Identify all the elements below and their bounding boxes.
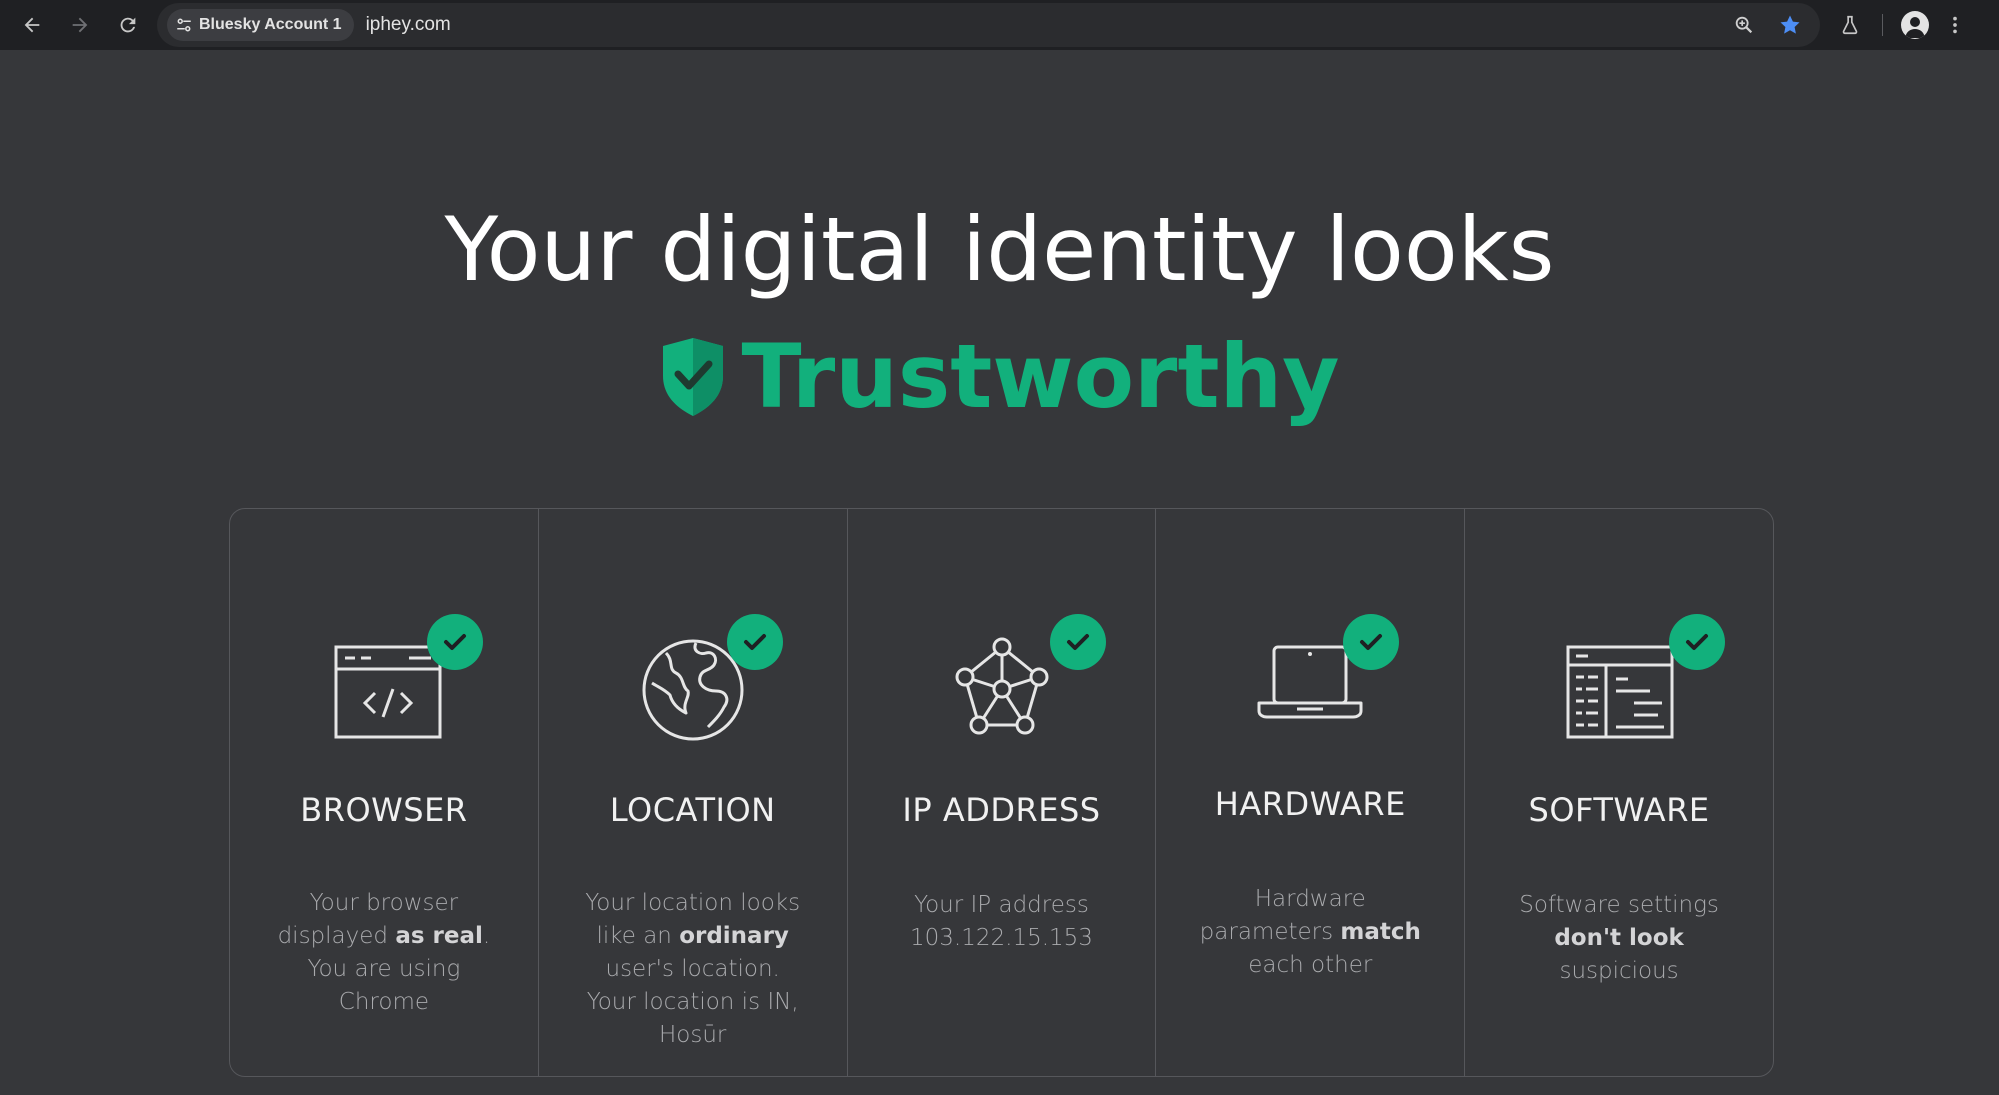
software-window-icon [1566,645,1674,739]
arrow-right-icon [72,17,88,33]
avatar [1901,11,1929,39]
card-software: SOFTWARE Software settings don't look su… [1465,509,1773,1076]
profile-chip[interactable]: Bluesky Account 1 [167,9,354,41]
star-icon [1780,15,1800,34]
tune-icon [177,18,191,32]
card-description: Your IP address 103.122.15.153 [910,892,1093,951]
flask-icon [1842,15,1858,35]
card-description: Software settings don't look suspicious [1519,892,1719,984]
profile-chip-label: Bluesky Account 1 [199,16,342,33]
arrow-left-icon [24,17,40,33]
url-text[interactable]: iphey.com [366,14,451,36]
checkmark-icon [1360,634,1383,650]
hero-title: Your digital identity looks [444,198,1555,301]
zoom-button[interactable] [1728,9,1760,41]
person-icon [1905,17,1925,38]
checkmark-icon [743,634,766,650]
trust-status: Trustworthy [0,322,1999,432]
card-title: BROWSER [300,791,468,829]
checkmark-icon [1686,634,1709,650]
card-title: LOCATION [609,791,776,829]
check-cards: BROWSER Your browser displayed as real. … [229,508,1774,1077]
check-badge [1669,614,1726,670]
card-description: Your location looks like an ordinary use… [585,890,801,1048]
toolbar-separator [1882,14,1883,36]
card-title: HARDWARE [1214,785,1406,823]
network-nodes-icon [955,637,1049,735]
toolbar-actions [1830,3,1975,47]
reload-button[interactable] [106,3,150,47]
check-badge [427,614,483,670]
shield-check-icon [663,338,724,416]
menu-button[interactable] [1935,5,1975,45]
check-badge [1049,614,1106,670]
card-location: LOCATION Your location looks like an ord… [539,509,848,1076]
reload-icon [120,17,136,33]
profile-button[interactable] [1895,5,1935,45]
address-bar[interactable]: Bluesky Account 1 iphey.com [157,3,1820,47]
card-ip-address: IP ADDRESS Your IP address 103.122.15.15… [848,509,1157,1076]
zoom-icon [1735,16,1753,34]
bookmark-button[interactable] [1774,9,1806,41]
card-title: IP ADDRESS [902,791,1101,829]
forward-button[interactable] [58,3,102,47]
card-browser: BROWSER Your browser displayed as real. … [230,509,539,1076]
back-button[interactable] [10,3,54,47]
labs-button[interactable] [1830,5,1870,45]
checkmark-icon [1066,634,1089,650]
card-hardware: HARDWARE Hardware parameters match each … [1156,509,1466,1076]
card-description: Your browser displayed as real. You are … [277,890,491,1015]
check-badge [1343,614,1400,670]
card-description: Hardware parameters match each other [1199,886,1421,978]
check-badge [726,614,783,670]
trust-status-text: Trustworthy [741,325,1340,428]
checkmark-icon [444,634,466,650]
card-title: SOFTWARE [1528,791,1710,829]
kebab-menu-icon [1953,16,1957,34]
